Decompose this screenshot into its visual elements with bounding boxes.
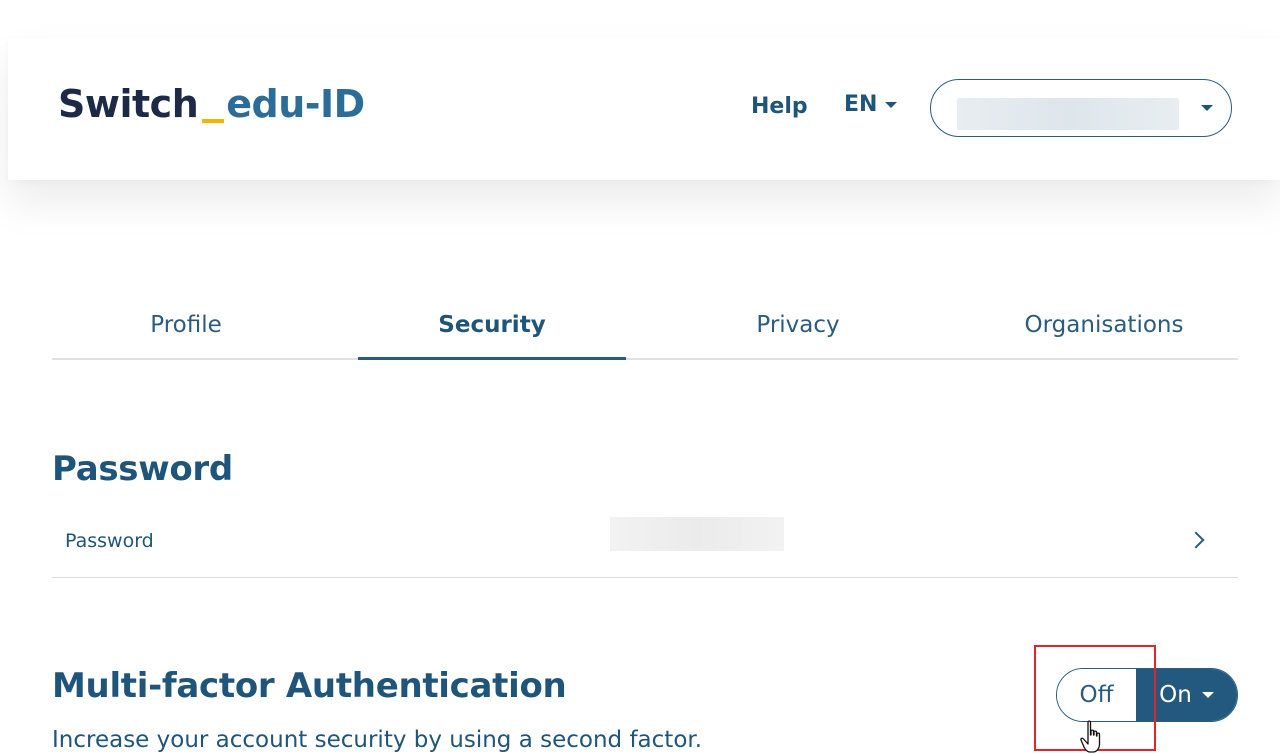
- account-menu-button[interactable]: [930, 79, 1232, 137]
- logo-underscore: [202, 119, 225, 123]
- active-tab-indicator: [358, 357, 626, 360]
- tab-privacy[interactable]: Privacy: [664, 312, 932, 338]
- mfa-section-title: Multi-factor Authentication: [52, 666, 567, 706]
- password-value-redacted: [610, 517, 784, 551]
- chevron-right-icon: [1187, 531, 1205, 549]
- page: Switch edu-ID Help EN Profile Security Pr…: [0, 0, 1280, 755]
- account-tabs: Profile Security Privacy Organisations: [52, 302, 1238, 360]
- password-row-label: Password: [65, 530, 154, 552]
- password-row[interactable]: Password: [52, 512, 1238, 578]
- mfa-on-label: On: [1159, 682, 1192, 708]
- logo-brand: Switch: [58, 82, 199, 126]
- tab-profile[interactable]: Profile: [52, 312, 320, 338]
- caret-down-icon: [885, 101, 898, 108]
- mfa-description: Increase your account security by using …: [52, 727, 703, 753]
- caret-down-icon: [1201, 692, 1214, 698]
- logo-product: edu-ID: [226, 82, 365, 126]
- language-selector[interactable]: EN: [844, 92, 898, 117]
- help-link[interactable]: Help: [751, 94, 808, 119]
- account-name-redacted: [957, 98, 1179, 130]
- password-section-title: Password: [52, 449, 233, 489]
- hand-pointer-cursor-icon: [1080, 720, 1101, 753]
- top-header: Switch edu-ID Help EN: [8, 38, 1280, 180]
- tab-security[interactable]: Security: [358, 312, 626, 338]
- language-label: EN: [844, 92, 878, 117]
- caret-down-icon: [1201, 105, 1213, 111]
- switch-edu-id-logo[interactable]: Switch edu-ID: [58, 82, 365, 126]
- tab-organisations[interactable]: Organisations: [970, 312, 1238, 338]
